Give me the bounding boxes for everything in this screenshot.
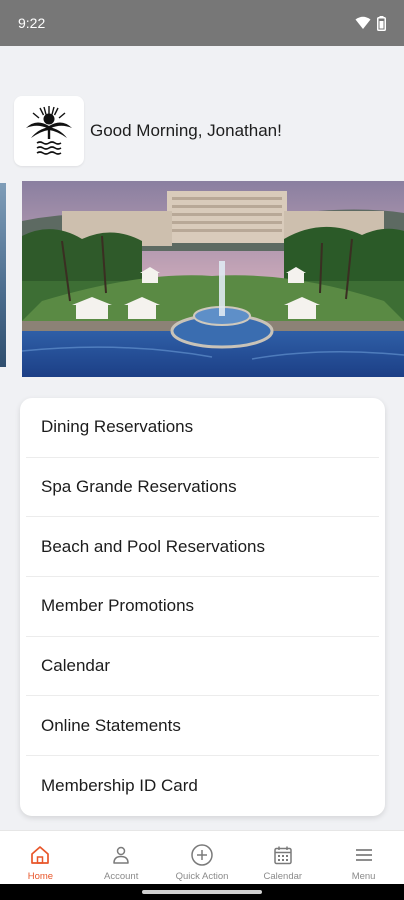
nav-menu[interactable]: Menu	[323, 831, 404, 884]
menu-item-calendar[interactable]: Calendar	[26, 637, 379, 697]
menu-item-membership-id-card[interactable]: Membership ID Card	[26, 756, 379, 816]
nav-quick-action-label: Quick Action	[175, 871, 229, 882]
club-logo	[14, 96, 84, 166]
person-icon	[113, 846, 129, 864]
hamburger-icon	[355, 849, 372, 861]
calendar-icon	[274, 846, 292, 865]
carousel-previous-slide[interactable]	[0, 183, 6, 367]
greeting-text: Good Morning, Jonathan!	[90, 121, 282, 140]
status-bar: 9:22	[0, 0, 404, 46]
palm-sun-logo-icon	[26, 106, 72, 155]
home-gesture-pill[interactable]	[142, 890, 262, 894]
wifi-icon	[355, 16, 371, 29]
nav-calendar-label: Calendar	[263, 871, 303, 882]
nav-menu-label: Menu	[351, 871, 376, 882]
menu-item-spa-grande-reservations[interactable]: Spa Grande Reservations	[26, 458, 379, 518]
battery-icon	[377, 15, 386, 31]
nav-account[interactable]: Account	[81, 831, 162, 884]
nav-quick-action[interactable]: Quick Action	[162, 831, 243, 884]
bottom-navigation: Home Account Quick Action Calendar Menu	[0, 830, 404, 884]
hero-resort-image[interactable]	[22, 181, 404, 377]
status-time: 9:22	[18, 15, 46, 31]
reservations-menu-card: Dining Reservations Spa Grande Reservati…	[20, 398, 385, 816]
menu-item-online-statements[interactable]: Online Statements	[26, 696, 379, 757]
plus-circle-icon	[191, 844, 213, 866]
menu-item-member-promotions[interactable]: Member Promotions	[26, 577, 379, 637]
menu-item-dining-reservations[interactable]: Dining Reservations	[26, 398, 379, 458]
nav-calendar[interactable]: Calendar	[242, 831, 323, 884]
status-icons	[355, 15, 386, 31]
nav-home-label: Home	[27, 871, 54, 882]
greeting-row: Good Morning, Jonathan!	[14, 96, 282, 166]
menu-item-beach-pool-reservations[interactable]: Beach and Pool Reservations	[26, 517, 379, 578]
nav-home[interactable]: Home	[0, 831, 81, 884]
nav-account-label: Account	[104, 871, 139, 882]
resort-pool-illustration	[22, 181, 404, 377]
home-icon	[31, 846, 50, 864]
